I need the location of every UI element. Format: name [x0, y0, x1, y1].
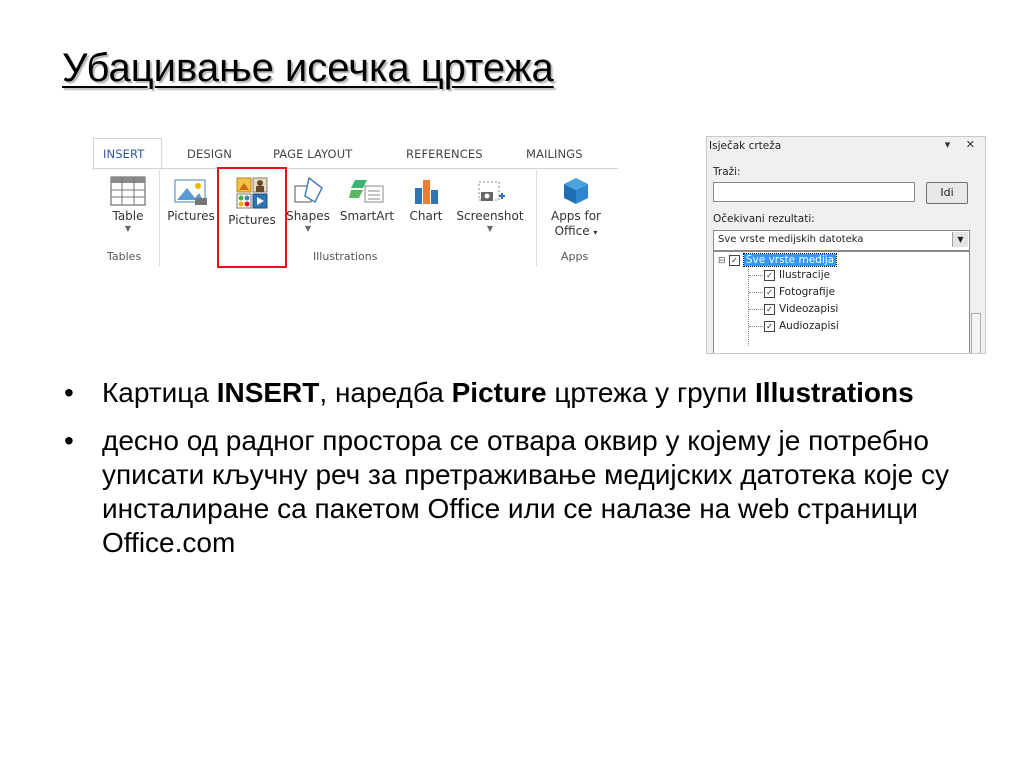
- smartart-icon: [349, 180, 384, 203]
- tree-connector: [748, 266, 749, 346]
- bullet-text: цртежа у групи: [546, 377, 756, 408]
- bullet-bold-text: Picture: [451, 377, 547, 408]
- bullet-list: • Картица INSERT, наредба Picture цртежа…: [62, 376, 962, 574]
- tree-item-label: Ilustracije: [779, 269, 831, 281]
- tree-connector: [749, 275, 763, 276]
- pictures-button[interactable]: Pictures: [165, 176, 217, 224]
- tree-root[interactable]: ⊟ ✓ Sve vrste medija: [718, 253, 838, 267]
- search-label: Traži:: [713, 166, 741, 178]
- screenshot-label: Screenshot: [456, 209, 524, 223]
- group-label-apps: Apps: [561, 250, 589, 263]
- table-button[interactable]: Table ▼: [106, 176, 150, 234]
- bullet-bold-text: Illustrations: [755, 377, 914, 408]
- tab-insert[interactable]: INSERT: [103, 147, 144, 161]
- table-dropdown-icon: ▼: [124, 224, 132, 233]
- checkbox-icon[interactable]: ✓: [764, 303, 775, 315]
- shapes-label: Shapes: [286, 209, 330, 223]
- separator: [159, 170, 160, 266]
- bullet-text: десно од радног простора се отвара оквир…: [102, 425, 950, 558]
- pictures-label: Pictures: [167, 209, 215, 223]
- tree-item-label: Audiozapisi: [779, 320, 839, 332]
- screenshot-icon: [478, 181, 505, 201]
- collapse-icon[interactable]: ⊟: [718, 256, 726, 266]
- separator: [536, 170, 537, 266]
- screenshot-dropdown-icon: ▼: [486, 224, 494, 233]
- bullet-icon: •: [64, 425, 74, 456]
- checkbox-icon[interactable]: ✓: [764, 320, 775, 332]
- bullet-text: Картица: [102, 377, 217, 408]
- ribbon-tabs: INSERT DESIGN PAGE LAYOUT REFERENCES MAI…: [93, 138, 618, 170]
- scrollbar[interactable]: [971, 313, 981, 353]
- apps-label-line2: Office ▾: [554, 224, 598, 238]
- tree-item[interactable]: ✓ Ilustracije: [764, 269, 830, 281]
- bullet-icon: •: [64, 377, 74, 408]
- bullet-item-1: • Картица INSERT, наредба Picture цртежа…: [62, 376, 962, 410]
- tree-item[interactable]: ✓ Fotografije: [764, 286, 835, 298]
- shapes-dropdown-icon: ▼: [304, 224, 312, 233]
- apps-store-icon: [564, 178, 588, 204]
- media-type-tree: ⊟ ✓ Sve vrste medija ✓ Ilustracije ✓ Fotogr…: [713, 251, 970, 353]
- tab-page-layout[interactable]: PAGE LAYOUT: [273, 147, 352, 161]
- checkbox-icon[interactable]: ✓: [764, 286, 775, 298]
- group-label-tables: Tables: [107, 250, 142, 263]
- tree-item-label: Videozapisi: [779, 303, 839, 315]
- smartart-button[interactable]: SmartArt: [334, 176, 400, 224]
- pane-title: Isječak crteža: [709, 140, 782, 152]
- tree-item-label: Fotografije: [779, 286, 836, 298]
- highlight-box: [217, 167, 287, 268]
- results-type-select[interactable]: Sve vrste medijskih datoteka ▼: [713, 230, 970, 251]
- tab-mailings[interactable]: MAILINGS: [526, 147, 583, 161]
- tree-connector: [749, 309, 763, 310]
- chart-icon: [415, 180, 438, 204]
- apps-label-line1: Apps for: [550, 209, 601, 223]
- word-ribbon: INSERT DESIGN PAGE LAYOUT REFERENCES MAI…: [93, 138, 618, 270]
- pane-controls-icon[interactable]: ▾ ✕: [945, 138, 981, 151]
- tree-connector: [749, 326, 763, 327]
- results-label: Očekivani rezultati:: [713, 213, 815, 225]
- table-icon: [110, 176, 146, 206]
- chevron-down-icon[interactable]: ▼: [952, 232, 968, 247]
- apps-for-office-button[interactable]: Apps for Office ▾: [543, 176, 609, 240]
- bullet-item-2: • десно од радног простора се отвара окв…: [62, 424, 962, 560]
- clip-art-pane: Isječak crteža ▾ ✕ Traži: Idi Očekivani …: [706, 136, 986, 354]
- results-type-value: Sve vrste medijskih datoteka: [718, 234, 864, 245]
- checkbox-icon[interactable]: ✓: [764, 269, 775, 281]
- smartart-label: SmartArt: [339, 209, 395, 223]
- tab-design[interactable]: DESIGN: [187, 147, 232, 161]
- tab-references[interactable]: REFERENCES: [406, 147, 483, 161]
- table-label: Table: [112, 209, 144, 223]
- shapes-icon: [294, 176, 323, 204]
- picture-icon: [174, 179, 207, 205]
- search-input[interactable]: [713, 182, 915, 202]
- checkbox-icon[interactable]: ✓: [728, 254, 740, 266]
- screenshot-button[interactable]: Screenshot ▼: [451, 176, 529, 234]
- go-button[interactable]: Idi: [926, 182, 968, 204]
- bullet-text: , наредба: [319, 377, 452, 408]
- chart-button[interactable]: Chart: [404, 176, 448, 224]
- tree-connector: [749, 292, 763, 293]
- chart-label: Chart: [409, 209, 443, 223]
- slide-title: Убацивање исечка цртежа: [62, 46, 554, 90]
- tree-item[interactable]: ✓ Audiozapisi: [764, 320, 839, 332]
- group-label-illustrations: Illustrations: [313, 250, 378, 263]
- shapes-button[interactable]: Shapes ▼: [285, 176, 331, 234]
- tree-root-label: Sve vrste medija: [742, 253, 838, 267]
- bullet-bold-text: INSERT: [216, 377, 320, 408]
- tree-item[interactable]: ✓ Videozapisi: [764, 303, 838, 315]
